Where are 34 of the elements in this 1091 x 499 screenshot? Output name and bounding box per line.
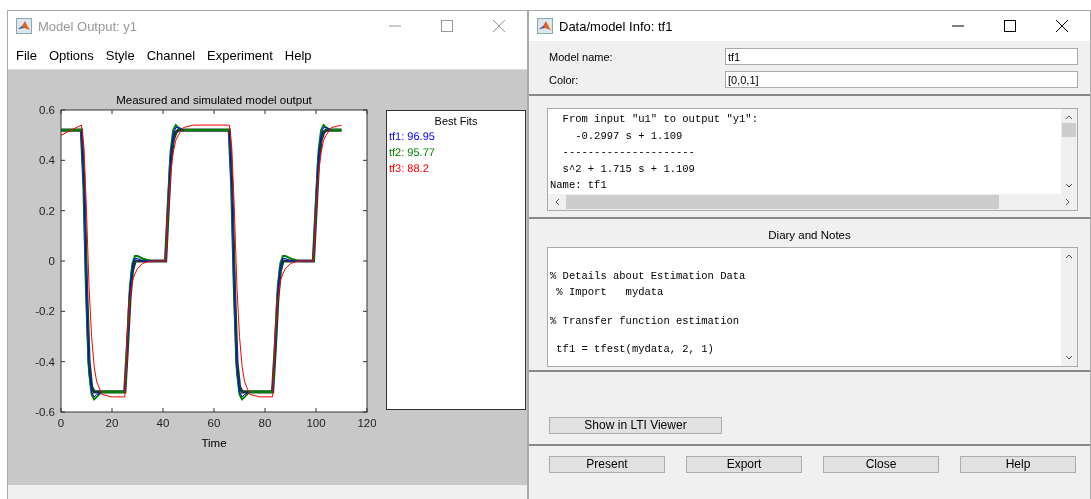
tick-label: 0.2	[39, 204, 55, 217]
legend-entry: tf1: 96.95	[389, 131, 436, 143]
code-line: ---------------------	[561, 145, 696, 160]
legend-entry: tf3: 88.2	[389, 163, 430, 175]
window-title: Model Output: y1	[38, 18, 138, 34]
tick-label: 80	[258, 417, 272, 429]
code-line: % Details about Estimation Data	[550, 268, 747, 284]
tick-label: 0.6	[39, 104, 55, 116]
tick-label: 100	[306, 417, 326, 429]
section-title: Diary and Notes	[767, 227, 852, 243]
tick-label: -0.4	[35, 355, 55, 368]
code-line: tf1 = tfest(mydata, 2, 1)	[555, 342, 715, 357]
tick-label: 20	[105, 417, 119, 429]
code-line: % Import mydata	[555, 285, 665, 300]
tick-label: 60	[207, 417, 221, 429]
tick-label: -0.6	[35, 406, 55, 418]
tick-label: 0.4	[39, 154, 55, 167]
legend-title: Best Fits	[433, 115, 479, 127]
tick-label: 0	[48, 255, 55, 267]
tick-label: 40	[156, 417, 170, 429]
tick-label: 0	[57, 417, 65, 429]
field-label: Model name:	[549, 50, 614, 63]
window-title: Data/model Info: tf1	[559, 18, 674, 34]
code-line: s^2 + 1.715 s + 1.109	[561, 161, 696, 177]
legend-entry: tf2: 95.77	[389, 147, 436, 159]
tick-label: 120	[357, 417, 376, 429]
field-label: Color:	[549, 73, 580, 86]
code-line: % Transfer function estimation	[550, 313, 741, 329]
axis-label: Time	[201, 437, 227, 449]
tick-label: -0.2	[35, 305, 55, 318]
code-line: From input "u1" to output "y1":	[561, 112, 759, 127]
code-line: Name: tf1	[550, 178, 608, 193]
chart-title: Measured and simulated model output	[116, 94, 312, 106]
code-line: -0.2997 s + 1.109	[574, 128, 684, 144]
